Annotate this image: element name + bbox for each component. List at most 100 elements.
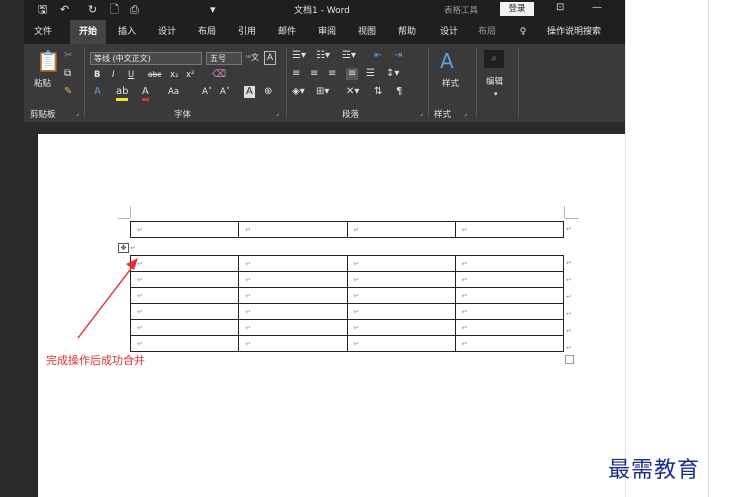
copy-icon[interactable]: ⧉ bbox=[64, 68, 71, 80]
redo-icon[interactable]: ↻ bbox=[88, 3, 97, 17]
table-cell[interactable]: ↵ bbox=[346, 319, 456, 336]
print-preview-icon[interactable]: ⎙ bbox=[130, 3, 139, 17]
superscript-button[interactable]: x² bbox=[186, 69, 194, 81]
table-cell[interactable]: ↵ bbox=[129, 221, 240, 238]
text-effects-icon[interactable]: A bbox=[94, 86, 101, 98]
align-right-icon[interactable]: ≡ bbox=[328, 68, 336, 80]
find-icon[interactable]: ⌕ bbox=[484, 50, 504, 68]
align-left-icon[interactable]: ≡ bbox=[292, 68, 300, 80]
borders-icon[interactable]: ⊞▾ bbox=[316, 86, 329, 98]
justify-icon[interactable]: ≡ bbox=[346, 68, 359, 80]
tab-home[interactable]: 开始 bbox=[70, 20, 106, 44]
table-cell[interactable]: ↵ bbox=[346, 255, 456, 272]
table-cell[interactable]: ↵ bbox=[238, 271, 348, 288]
top-table[interactable]: ↵ ↵ ↵ ↵ bbox=[129, 221, 565, 238]
character-border-icon[interactable]: A bbox=[264, 51, 277, 65]
font-name-select[interactable]: 等线 (中文正文) bbox=[90, 52, 202, 65]
table-cell[interactable]: ↵ bbox=[346, 287, 456, 304]
table-cell[interactable]: ↵ bbox=[454, 255, 565, 272]
paste-label[interactable]: 粘贴 bbox=[34, 78, 51, 90]
table-cell[interactable]: ↵ bbox=[129, 255, 240, 272]
table-cell[interactable]: ↵ bbox=[129, 303, 240, 320]
tab-insert[interactable]: 插入 bbox=[110, 20, 144, 44]
increase-indent-icon[interactable]: ⇥ bbox=[394, 50, 402, 62]
minimize-icon[interactable]: — bbox=[592, 2, 602, 13]
tab-design[interactable]: 设计 bbox=[150, 20, 184, 44]
bottom-table[interactable]: ↵ ↵ ↵ ↵ ↵ ↵ ↵ ↵ ↵ ↵ ↵ ↵ ↵ ↵ ↵ ↵ ↵ ↵ ↵ ↵ … bbox=[129, 255, 565, 352]
tab-review[interactable]: 审阅 bbox=[310, 20, 344, 44]
tab-table-layout[interactable]: 布局 bbox=[470, 20, 504, 44]
decrease-indent-icon[interactable]: ⇤ bbox=[374, 50, 382, 62]
table-cell[interactable]: ↵ bbox=[238, 303, 348, 320]
table-cell[interactable]: ↵ bbox=[238, 221, 348, 238]
editing-dropdown-icon[interactable]: ▾ bbox=[494, 88, 498, 100]
tell-me-search[interactable]: 操作说明搜索 bbox=[534, 20, 614, 44]
paragraph-launcher-icon[interactable]: ⌟ bbox=[420, 109, 423, 117]
table-cell[interactable]: ↵ bbox=[454, 335, 565, 352]
styles-launcher-icon[interactable]: ⌟ bbox=[464, 109, 467, 117]
ribbon-display-options-icon[interactable]: ⊡ bbox=[556, 2, 564, 13]
bullets-icon[interactable]: ☰▾ bbox=[292, 50, 306, 62]
document-page[interactable]: ↵ ↵ ↵ ↵ ↵ ✥ ↵ ↵ ↵ ↵ ↵ ↵ ↵ ↵ ↵ ↵ ↵ ↵ ↵ ↵ … bbox=[38, 134, 625, 497]
format-painter-icon[interactable]: ✎ bbox=[64, 86, 72, 98]
table-cell[interactable]: ↵ bbox=[454, 319, 565, 336]
underline-button[interactable]: U bbox=[128, 69, 134, 81]
table-cell[interactable]: ↵ bbox=[238, 255, 348, 272]
table-cell[interactable]: ↵ bbox=[238, 335, 348, 352]
line-spacing-icon[interactable]: ↕▾ bbox=[386, 68, 399, 80]
paste-icon[interactable]: 📋 bbox=[36, 50, 61, 72]
italic-button[interactable]: I bbox=[112, 69, 115, 81]
change-case-button[interactable]: Aa bbox=[168, 86, 179, 98]
save-icon[interactable]: 🖫 bbox=[38, 3, 47, 17]
font-size-select[interactable]: 五号 bbox=[206, 52, 242, 65]
grow-font-button[interactable]: A˄ bbox=[202, 86, 212, 98]
shrink-font-button[interactable]: A˅ bbox=[220, 86, 230, 98]
tab-mailings[interactable]: 邮件 bbox=[270, 20, 304, 44]
clear-formatting-icon[interactable]: ⌫ bbox=[212, 69, 226, 81]
font-color-icon[interactable]: A bbox=[142, 86, 149, 101]
table-cell[interactable]: ↵ bbox=[346, 335, 456, 352]
tab-view[interactable]: 视图 bbox=[350, 20, 384, 44]
table-cell[interactable]: ↵ bbox=[129, 271, 240, 288]
font-launcher-icon[interactable]: ⌟ bbox=[276, 109, 279, 117]
table-cell[interactable]: ↵ bbox=[129, 287, 240, 304]
character-shading-icon[interactable]: A bbox=[244, 86, 255, 98]
enclose-characters-icon[interactable]: ⊕ bbox=[264, 86, 272, 98]
table-move-handle[interactable]: ✥ bbox=[118, 243, 129, 253]
table-cell[interactable]: ↵ bbox=[454, 303, 565, 320]
clipboard-launcher-icon[interactable]: ⌟ bbox=[76, 109, 79, 117]
styles-icon[interactable]: A bbox=[440, 50, 454, 72]
table-cell[interactable]: ↵ bbox=[238, 319, 348, 336]
sort-icon[interactable]: ⇅ bbox=[374, 86, 382, 98]
table-cell[interactable]: ↵ bbox=[129, 335, 240, 352]
table-cell[interactable]: ↵ bbox=[129, 319, 240, 336]
chinese-layout-icon[interactable]: ✕▾ bbox=[346, 86, 359, 98]
subscript-button[interactable]: x₂ bbox=[170, 69, 178, 81]
customize-toolbar-icon[interactable]: ▾ bbox=[210, 3, 216, 17]
table-cell[interactable]: ↵ bbox=[346, 221, 456, 238]
table-cell[interactable]: ↵ bbox=[454, 287, 565, 304]
shading-icon[interactable]: ◈▾ bbox=[292, 86, 305, 98]
center-icon[interactable]: ≡ bbox=[310, 68, 318, 80]
tab-table-design[interactable]: 设计 bbox=[432, 20, 466, 44]
highlight-color-icon[interactable]: ab bbox=[116, 86, 129, 101]
bold-button[interactable]: B bbox=[94, 69, 100, 81]
table-resize-handle[interactable] bbox=[565, 355, 574, 364]
show-marks-icon[interactable]: ¶ bbox=[396, 86, 402, 98]
undo-icon[interactable]: ↶ bbox=[60, 3, 69, 17]
multilevel-list-icon[interactable]: ☲▾ bbox=[342, 50, 356, 62]
distributed-icon[interactable]: ☰ bbox=[366, 68, 375, 80]
cut-icon[interactable]: ✂ bbox=[64, 50, 72, 62]
login-button[interactable]: 登录 bbox=[500, 2, 534, 16]
strikethrough-button[interactable]: abc bbox=[148, 69, 161, 81]
table-cell[interactable]: ↵ bbox=[454, 221, 565, 238]
tab-layout[interactable]: 布局 bbox=[190, 20, 224, 44]
new-document-icon[interactable]: 🗋 bbox=[110, 3, 119, 17]
table-cell[interactable]: ↵ bbox=[346, 303, 456, 320]
styles-label[interactable]: 样式 bbox=[442, 78, 459, 90]
table-cell[interactable]: ↵ bbox=[346, 271, 456, 288]
tab-references[interactable]: 引用 bbox=[230, 20, 264, 44]
tab-file[interactable]: 文件 bbox=[28, 20, 58, 44]
phonetic-guide-icon[interactable]: ᵚ文 bbox=[246, 52, 259, 64]
tab-help[interactable]: 帮助 bbox=[390, 20, 424, 44]
